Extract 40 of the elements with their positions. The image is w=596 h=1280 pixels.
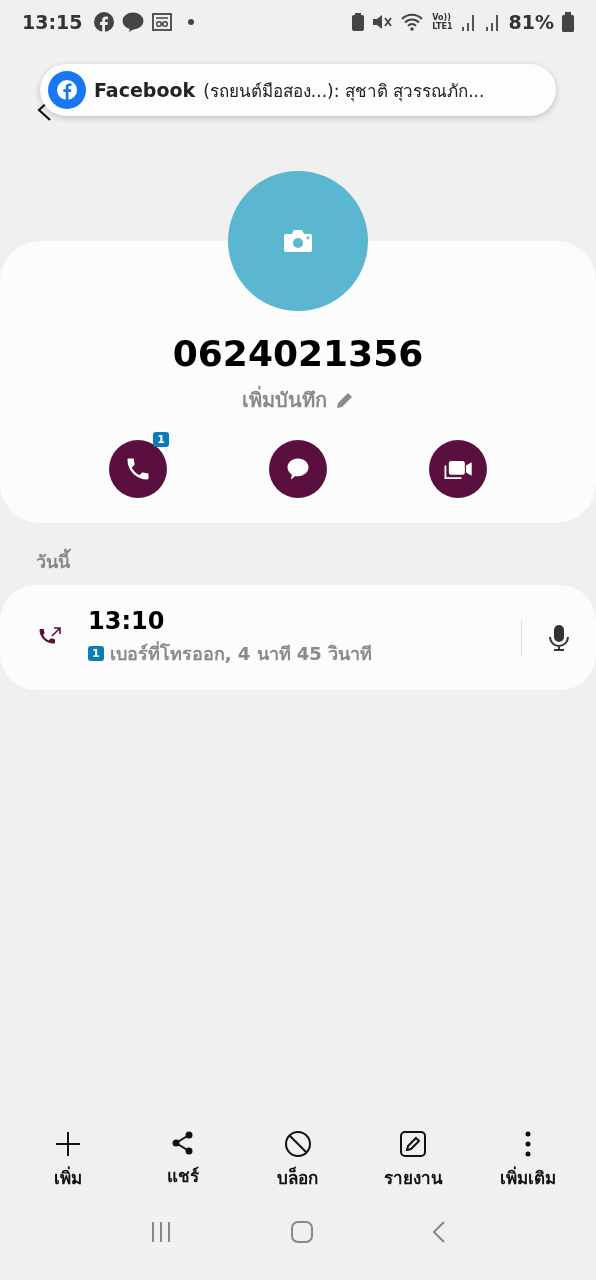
- edit-icon: [399, 1130, 428, 1158]
- battery-icon: [562, 12, 574, 32]
- voicemail-icon: [152, 13, 173, 31]
- block-icon: [283, 1130, 312, 1158]
- call-detail: เบอร์ที่โทรออก, 4 นาที 45 วินาที: [109, 640, 373, 666]
- battery-percent: 81%: [508, 11, 554, 33]
- share-button[interactable]: แชร์: [132, 1130, 233, 1220]
- section-header: วันนี้: [0, 523, 596, 579]
- lte-label: LTE1: [432, 22, 453, 31]
- plus-icon: [53, 1130, 82, 1158]
- signal-icon: [484, 13, 501, 31]
- phone-number: 0624021356: [172, 333, 424, 374]
- camera-icon: [283, 229, 313, 253]
- add-button[interactable]: เพิ่ม: [17, 1130, 118, 1220]
- report-button[interactable]: รายงาน: [363, 1130, 464, 1220]
- block-button[interactable]: บล็อก: [247, 1130, 348, 1220]
- battery-saver-icon: [352, 13, 365, 31]
- microphone-icon[interactable]: [548, 623, 570, 652]
- pencil-icon: [334, 390, 355, 410]
- notification-app-name: Facebook: [94, 79, 196, 101]
- more-button[interactable]: เพิ่มเติม: [478, 1130, 579, 1220]
- mute-icon: [372, 13, 393, 31]
- home-icon[interactable]: [290, 1220, 314, 1244]
- notification-banner[interactable]: Facebook (รถยนต์มือสอง...): สุชาติ สุวรรณภัก...: [40, 64, 556, 116]
- sim-badge: 1: [153, 432, 169, 447]
- signal-icon: [460, 13, 477, 31]
- wifi-icon: [400, 12, 425, 32]
- sim-badge: 1: [88, 646, 104, 661]
- notification-text: (รถยนต์มือสอง...): สุชาติ สุวรรณภัก...: [203, 79, 485, 104]
- chat-app-icon: [122, 12, 145, 32]
- message-button[interactable]: [269, 440, 327, 498]
- facebook-icon: [48, 71, 86, 109]
- call-log-item[interactable]: 13:10 1 เบอร์ที่โทรออก, 4 นาที 45 วินาที: [0, 585, 596, 690]
- video-button[interactable]: [429, 440, 487, 498]
- more-icon: [524, 1130, 533, 1158]
- call-time: 13:10: [88, 607, 166, 635]
- status-time: 13:15: [22, 11, 83, 33]
- notification-dot: [188, 19, 195, 25]
- volte-label: Vo)): [432, 13, 451, 22]
- facebook-icon: [94, 12, 115, 32]
